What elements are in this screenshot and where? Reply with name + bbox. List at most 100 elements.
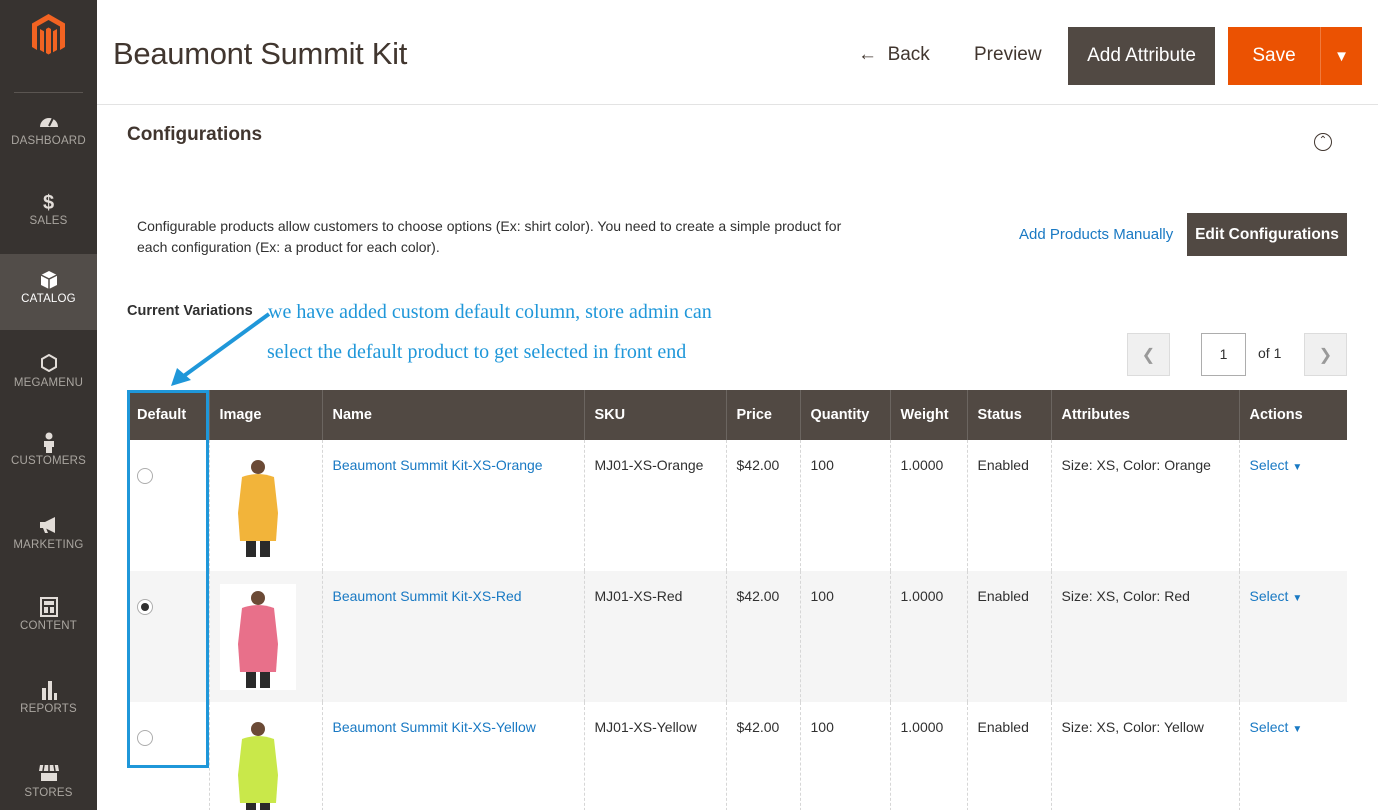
- column-header-status[interactable]: Status: [966, 390, 1051, 440]
- default-cell: [127, 702, 209, 810]
- status-cell: Enabled: [966, 571, 1051, 702]
- grid-header-row: Default Image Name SKU Price Quantity We…: [127, 390, 1347, 440]
- sku-cell: MJ01-XS-Orange: [583, 440, 726, 571]
- default-cell: [127, 571, 209, 702]
- admin-sidebar: DASHBOARD $ SALES CATALOG MEGAMENU CUSTO…: [0, 0, 97, 810]
- sidebar-item-content[interactable]: CONTENT: [0, 597, 97, 647]
- column-header-quantity[interactable]: Quantity: [799, 390, 890, 440]
- product-name-link[interactable]: Beaumont Summit Kit-XS-Red: [333, 588, 522, 604]
- sidebar-item-customers[interactable]: CUSTOMERS: [0, 432, 97, 482]
- weight-cell: 1.0000: [889, 440, 967, 571]
- caret-down-icon: ▼: [1334, 47, 1349, 65]
- table-row: Beaumont Summit Kit-XS-Yellow MJ01-XS-Ye…: [127, 702, 1347, 810]
- column-header-price[interactable]: Price: [725, 390, 800, 440]
- price-cell: $42.00: [725, 440, 800, 571]
- jacket-shape: [237, 736, 278, 803]
- column-header-default[interactable]: Default: [127, 390, 209, 440]
- header-divider: [97, 104, 1378, 105]
- pager-next-button[interactable]: ❯: [1304, 333, 1347, 376]
- configurations-section-title[interactable]: Configurations: [127, 124, 262, 146]
- add-products-manually-link[interactable]: Add Products Manually: [1019, 226, 1173, 243]
- box-icon: [0, 270, 97, 292]
- image-cell: [208, 571, 322, 702]
- edit-configurations-button[interactable]: Edit Configurations: [1187, 213, 1347, 256]
- column-header-attributes[interactable]: Attributes: [1050, 390, 1239, 440]
- page-count-label: of 1: [1258, 345, 1282, 361]
- actions-cell: Select ▼: [1238, 440, 1347, 571]
- table-row: Beaumont Summit Kit-XS-Red MJ01-XS-Red $…: [127, 571, 1347, 702]
- product-thumbnail[interactable]: [219, 453, 296, 559]
- table-row: Beaumont Summit Kit-XS-Orange MJ01-XS-Or…: [127, 440, 1347, 571]
- product-thumbnail[interactable]: [219, 584, 296, 690]
- price-cell: $42.00: [725, 571, 800, 702]
- logo-divider: [14, 92, 83, 93]
- column-header-name[interactable]: Name: [321, 390, 584, 440]
- product-thumbnail[interactable]: [219, 715, 296, 810]
- column-header-weight[interactable]: Weight: [889, 390, 967, 440]
- sidebar-item-label: CATALOG: [21, 293, 76, 305]
- sidebar-item-label: SALES: [29, 215, 68, 227]
- price-cell: $42.00: [725, 702, 800, 810]
- sidebar-item-marketing[interactable]: MARKETING: [0, 516, 97, 566]
- default-radio[interactable]: [137, 468, 153, 484]
- add-attribute-button[interactable]: Add Attribute: [1068, 27, 1215, 85]
- content-icon: [0, 597, 97, 619]
- megaphone-icon: [0, 516, 97, 538]
- sidebar-item-stores[interactable]: STORES: [0, 764, 97, 810]
- annotation-text-line-1: we have added custom default column, sto…: [268, 301, 712, 323]
- attributes-cell: Size: XS, Color: Orange: [1050, 440, 1239, 571]
- image-cell: [208, 440, 322, 571]
- sidebar-item-label: DASHBOARD: [11, 135, 86, 147]
- sidebar-item-label: MEGAMENU: [13, 377, 84, 389]
- product-name-link[interactable]: Beaumont Summit Kit-XS-Orange: [333, 457, 543, 473]
- save-options-toggle[interactable]: ▼: [1320, 27, 1362, 85]
- name-cell: Beaumont Summit Kit-XS-Yellow: [321, 702, 584, 810]
- sidebar-item-reports[interactable]: REPORTS: [0, 680, 97, 730]
- sidebar-item-catalog[interactable]: CATALOG: [0, 254, 97, 330]
- default-cell: [127, 440, 209, 571]
- sidebar-item-label: MARKETING: [13, 539, 84, 551]
- quantity-cell: 100: [799, 440, 890, 571]
- select-action-dropdown[interactable]: Select ▼: [1250, 719, 1303, 735]
- select-action-dropdown[interactable]: Select ▼: [1250, 588, 1303, 604]
- sidebar-item-label: STORES: [24, 787, 73, 799]
- dashboard-icon: [0, 112, 97, 134]
- variations-grid: Default Image Name SKU Price Quantity We…: [127, 390, 1347, 810]
- caret-down-icon: ▼: [1292, 462, 1303, 473]
- sku-cell: MJ01-XS-Yellow: [583, 702, 726, 810]
- column-header-image[interactable]: Image: [208, 390, 322, 440]
- column-header-sku[interactable]: SKU: [583, 390, 726, 440]
- name-cell: Beaumont Summit Kit-XS-Red: [321, 571, 584, 702]
- back-button[interactable]: ← Back: [858, 44, 930, 66]
- annotation-text-line-2: select the default product to get select…: [267, 341, 687, 363]
- save-button[interactable]: Save: [1228, 27, 1320, 85]
- sidebar-item-sales[interactable]: $ SALES: [0, 192, 97, 242]
- chevron-right-icon: ❯: [1318, 346, 1333, 364]
- select-action-label: Select: [1249, 457, 1289, 473]
- sidebar-item-megamenu[interactable]: MEGAMENU: [0, 353, 97, 404]
- status-cell: Enabled: [966, 702, 1051, 810]
- sidebar-item-dashboard[interactable]: DASHBOARD: [0, 112, 97, 162]
- select-action-label: Select: [1249, 588, 1289, 604]
- weight-cell: 1.0000: [889, 571, 967, 702]
- page-number-input[interactable]: 1: [1201, 333, 1246, 376]
- status-cell: Enabled: [966, 440, 1051, 571]
- select-action-label: Select: [1249, 719, 1289, 735]
- bar-chart-icon: [0, 680, 97, 702]
- attributes-cell: Size: XS, Color: Red: [1050, 571, 1239, 702]
- product-name-link[interactable]: Beaumont Summit Kit-XS-Yellow: [333, 719, 536, 735]
- column-header-actions[interactable]: Actions: [1238, 390, 1347, 440]
- quantity-cell: 100: [799, 702, 890, 810]
- default-radio-selected[interactable]: [137, 599, 153, 615]
- select-action-dropdown[interactable]: Select ▼: [1250, 457, 1303, 473]
- pager-prev-button[interactable]: ❮: [1127, 333, 1170, 376]
- back-label: Back: [887, 44, 930, 65]
- sidebar-item-label: CUSTOMERS: [10, 455, 87, 467]
- preview-button[interactable]: Preview: [974, 44, 1042, 66]
- sku-cell: MJ01-XS-Red: [583, 571, 726, 702]
- weight-cell: 1.0000: [889, 702, 967, 810]
- magento-logo[interactable]: [0, 0, 97, 96]
- chevron-up-icon[interactable]: ⌃: [1314, 133, 1332, 151]
- image-cell: [208, 702, 322, 810]
- default-radio[interactable]: [137, 730, 153, 746]
